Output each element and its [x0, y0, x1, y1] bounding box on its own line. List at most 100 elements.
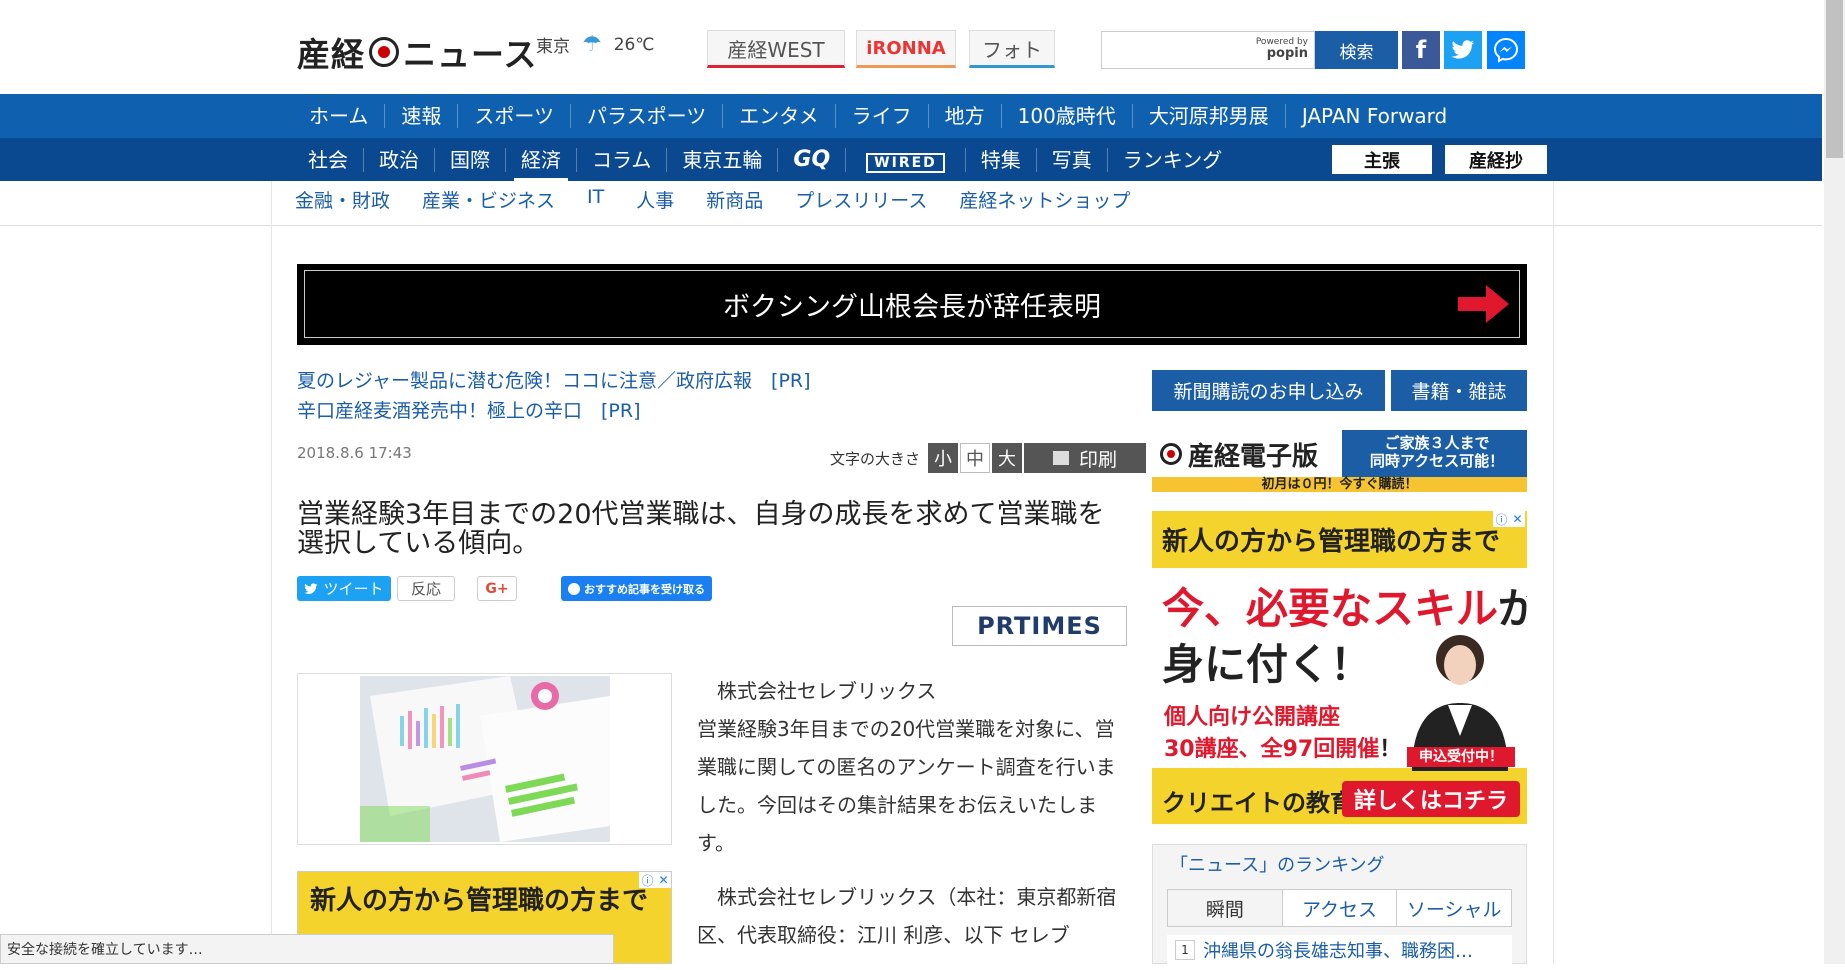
scrollbar-thumb[interactable] [1826, 0, 1843, 158]
logo-text-news: ニュース [403, 35, 538, 74]
subnav-item-netshop[interactable]: 産経ネットショップ [959, 186, 1130, 213]
nav-item-entertainment[interactable]: エンタメ [723, 104, 836, 128]
ad-apply-badge: 申込受付中！ [1407, 747, 1515, 767]
messenger-subscribe-button[interactable]: おすすめ記事を受け取る [561, 576, 712, 601]
arrow-right-icon [1458, 285, 1509, 323]
tab-instant[interactable]: 瞬間 [1168, 890, 1283, 926]
subnav-item-press-release[interactable]: プレスリリース [795, 186, 927, 213]
article-headline: 営業経験3年目までの20代営業職は、自身の成長を求めて営業職を選択している傾向。 [297, 499, 1105, 559]
books-magazines-button[interactable]: 書籍・雑誌 [1391, 370, 1527, 411]
font-size-large-button[interactable]: 大 [992, 443, 1023, 473]
nav-item-gq[interactable]: GQ [778, 147, 847, 172]
twitter-icon[interactable] [1444, 31, 1482, 69]
article-body: 株式会社セレブリックス 営業経験3年目までの20代営業職を対象に、営業職に関しての… [697, 672, 1127, 970]
tweet-button[interactable]: ツイート [297, 576, 391, 601]
article-lead: 営業経験3年目までの20代営業職を対象に、営業職に関しての匿名のアンケート調査を… [697, 717, 1116, 855]
subnav-item-personnel[interactable]: 人事 [636, 186, 674, 213]
ad-sub-2-main: 30講座、全97回開催 [1164, 737, 1380, 762]
reaction-count-button[interactable]: 反応 [397, 576, 455, 601]
nav-item-breaking[interactable]: 速報 [385, 104, 459, 128]
nav-item-column[interactable]: コラム [577, 147, 668, 172]
nav-item-home[interactable]: ホーム [293, 104, 386, 128]
search-button[interactable]: 検索 [1315, 31, 1398, 69]
subnav-divider [0, 225, 1822, 226]
subnav-item-it[interactable]: IT [587, 186, 604, 213]
nav-item-local[interactable]: 地方 [929, 104, 1002, 128]
ad-choices-icon[interactable]: ⓘ ✕ [1493, 511, 1525, 527]
ironna-link[interactable]: iRONNA [856, 30, 956, 68]
nav-item-life[interactable]: ライフ [836, 104, 929, 128]
sankei-west-link[interactable]: 産経WEST [707, 30, 845, 68]
facebook-icon[interactable]: f [1402, 31, 1440, 69]
print-label: 印刷 [1079, 448, 1118, 471]
ad-choices-icon[interactable]: ⓘ ✕ [639, 872, 671, 888]
photo-link[interactable]: フォト [969, 30, 1055, 68]
print-button[interactable]: 印刷 [1024, 443, 1147, 473]
printer-icon [1053, 451, 1069, 465]
search-input[interactable]: Powered by popin [1101, 31, 1315, 69]
chart-papers-illustration [360, 676, 610, 842]
sankei-mark-icon [1160, 443, 1182, 465]
subnav-item-industry[interactable]: 産業・ビジネス [422, 186, 555, 213]
secondary-nav: 社会 政治 国際 経済 コラム 東京五輪 GQ WIRED 特集 写真 ランキン… [0, 138, 1822, 181]
article-paragraph: 株式会社セレブリックス 営業経験3年目までの20代営業職を対象に、営業職に関しての… [697, 672, 1127, 862]
nav-item-ranking[interactable]: ランキング [1108, 148, 1237, 172]
primary-nav: ホーム 速報 スポーツ パラスポーツ エンタメ ライフ 地方 100歳時代 大河… [0, 94, 1822, 138]
ad-cta-button[interactable]: 詳しくはコチラ [1342, 781, 1520, 817]
ranking-number: 1 [1175, 939, 1195, 960]
messenger-bubble-icon [1493, 37, 1519, 63]
nav-item-tokyo-olympics[interactable]: 東京五輪 [667, 147, 779, 172]
prtimes-logo[interactable]: PRTIMES [952, 606, 1127, 646]
nav-item-okawara-exhibition[interactable]: 大河原邦男展 [1133, 104, 1286, 128]
nav-item-international[interactable]: 国際 [435, 147, 506, 172]
nav-item-society[interactable]: 社会 [293, 147, 364, 172]
wired-logo: WIRED [866, 152, 945, 173]
subscribe-button[interactable]: 新聞購読のお申し込み [1152, 370, 1385, 411]
digital-edition-copy: ご家族３人まで 同時アクセス可能！ [1352, 434, 1522, 470]
digital-edition-banner[interactable]: 産経電子版 ご家族３人まで 同時アクセス可能！ 初月は０円！今すぐ購読！ [1152, 430, 1527, 492]
twitter-bird-icon [1451, 40, 1474, 59]
nav-item-photo[interactable]: 写真 [1037, 147, 1108, 172]
ranking-tabs: 瞬間 アクセス ソーシャル [1167, 889, 1512, 927]
shucho-link[interactable]: 主張 [1332, 145, 1432, 174]
ranking-title-text: 沖縄県の翁長雄志知事、職務困… [1203, 940, 1473, 962]
article-image[interactable] [360, 676, 610, 842]
nav-item-100-years[interactable]: 100歳時代 [1002, 104, 1133, 128]
browser-status-bar: 安全な接続を確立しています… [0, 934, 614, 964]
logo-text-sankei: 産経 [297, 35, 365, 74]
font-size-label: 文字の大きさ [830, 449, 921, 468]
messenger-subscribe-label: おすすめ記事を受け取る [584, 582, 705, 596]
weather-widget[interactable]: 東京 ☂ 26℃ [536, 32, 654, 57]
digital-edition-copy-2: 同時アクセス可能！ [1369, 452, 1505, 470]
tweet-label: ツイート [323, 580, 384, 598]
sidebar-ad[interactable]: 新人の方から管理職の方まで 今、必要なスキルが 身に付く！ 個人向け公開講座 3… [1152, 511, 1527, 824]
weather-temp: 26℃ [613, 34, 655, 55]
pr-link[interactable]: 辛口産経麦酒発売中！極上の辛口 [PR] [297, 396, 641, 423]
google-plus-button[interactable]: G+ [477, 576, 517, 601]
nav-item-sports[interactable]: スポーツ [458, 104, 572, 128]
sub-nav: 金融・財政 産業・ビジネス IT 人事 新商品 プレスリリース 産経ネットショッ… [295, 186, 1162, 213]
weather-city: 東京 [536, 37, 570, 57]
nav-item-wired[interactable]: WIRED [846, 147, 966, 173]
tab-social[interactable]: ソーシャル [1397, 890, 1511, 926]
messenger-icon[interactable] [1487, 31, 1525, 69]
nav-item-feature[interactable]: 特集 [966, 147, 1037, 172]
subnav-item-finance[interactable]: 金融・財政 [295, 186, 390, 213]
nav-item-parasports[interactable]: パラスポーツ [571, 104, 724, 128]
article-paragraph: 株式会社セレブリックス（本社：東京都新宿区、代表取締役：江川 利彦、以下 セレブ [697, 885, 1117, 947]
ranking-title[interactable]: 「ニュース」のランキング [1170, 851, 1385, 877]
pr-link[interactable]: 夏のレジャー製品に潜む危険！ココに注意／政府広報 [PR] [297, 366, 811, 393]
site-logo[interactable]: 産経 ニュース [297, 28, 537, 76]
subnav-item-new-products[interactable]: 新商品 [706, 186, 763, 213]
digital-edition-copy-1: ご家族３人まで [1384, 434, 1490, 452]
nav-item-economy[interactable]: 経済 [506, 147, 577, 181]
font-size-medium-button[interactable]: 中 [960, 443, 991, 473]
nav-item-politics[interactable]: 政治 [364, 147, 435, 172]
breaking-news-text[interactable]: ボクシング山根会長が辞任表明 [304, 270, 1520, 338]
tab-access[interactable]: アクセス [1283, 890, 1398, 926]
sankeisho-link[interactable]: 産経抄 [1445, 145, 1547, 174]
nav-item-japan-forward[interactable]: JAPAN Forward [1286, 104, 1463, 128]
popin-badge: Powered by popin [1256, 37, 1308, 61]
font-size-small-button[interactable]: 小 [928, 443, 959, 473]
ranking-item[interactable]: 1 沖縄県の翁長雄志知事、職務困… [1167, 935, 1512, 964]
